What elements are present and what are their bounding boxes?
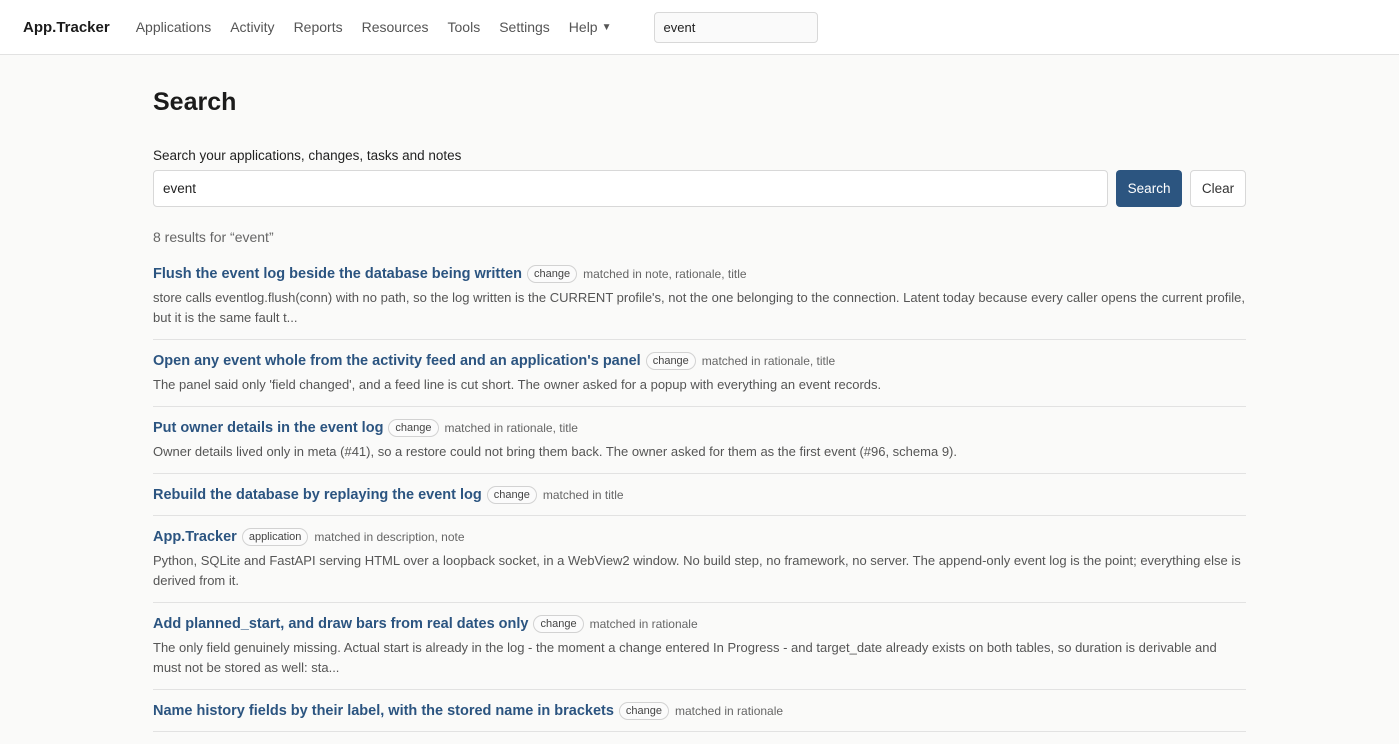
result-item: App.Tracker application matched in descr… [153, 528, 1246, 603]
result-header: Add planned_start, and draw bars from re… [153, 615, 1246, 633]
search-input[interactable] [153, 170, 1109, 207]
result-header: Rebuild the database by replaying the ev… [153, 486, 1246, 504]
clear-button[interactable]: Clear [1190, 170, 1246, 207]
caret-down-icon: ▼ [601, 21, 612, 33]
result-type-badge: change [533, 615, 584, 633]
main-nav: Applications Activity Reports Resources … [136, 19, 631, 35]
result-type-badge: change [645, 352, 696, 370]
result-type-badge: change [486, 486, 537, 504]
result-snippet: The only field genuinely missing. Actual… [153, 640, 1217, 675]
nav-activity[interactable]: Activity [230, 19, 274, 35]
result-item: Add planned_start, and draw bars from re… [153, 615, 1246, 690]
result-item: Rebuild the database by replaying the ev… [153, 486, 1246, 516]
result-matched-fields: matched in rationale, title [701, 354, 836, 368]
result-matched-fields: matched in description, note [314, 530, 465, 544]
header-search-input[interactable] [653, 11, 818, 43]
nav-applications[interactable]: Applications [136, 19, 212, 35]
result-header: Flush the event log beside the database … [153, 265, 1246, 283]
result-matched-fields: matched in rationale, title [444, 421, 578, 435]
result-item: Flush the event log beside the database … [153, 265, 1246, 340]
result-count: 8 results for “event” [153, 229, 274, 245]
nav-tools[interactable]: Tools [448, 19, 481, 35]
search-button[interactable]: Search [1116, 170, 1183, 207]
result-item: Open any event whole from the activity f… [153, 352, 1246, 407]
result-type-badge: change [618, 702, 669, 720]
result-snippet: Owner details lived only in meta (#41), … [153, 444, 957, 459]
result-header: Open any event whole from the activity f… [153, 352, 1246, 370]
result-title-link[interactable]: App.Tracker [153, 529, 237, 545]
result-matched-fields: matched in note, rationale, title [583, 267, 747, 281]
result-matched-fields: matched in rationale [589, 617, 698, 631]
result-type-badge: application [241, 528, 309, 546]
result-type-badge: change [527, 265, 578, 283]
search-row: Search Clear [153, 170, 1246, 207]
result-item: Put owner details in the event log chang… [153, 419, 1246, 474]
result-header: Name history fields by their label, with… [153, 702, 1246, 720]
result-title-link[interactable]: Put owner details in the event log [153, 420, 383, 436]
search-page: Search Search your applications, changes… [153, 55, 1246, 744]
result-item: Name history fields by their label, with… [153, 702, 1246, 732]
nav-help-dropdown[interactable]: Help ▼ [569, 19, 612, 35]
result-title-link[interactable]: Rebuild the database by replaying the ev… [153, 487, 482, 503]
result-title-link[interactable]: Flush the event log beside the database … [153, 266, 522, 282]
result-snippet: store calls eventlog.flush(conn) with no… [153, 290, 1245, 325]
nav-settings[interactable]: Settings [499, 19, 550, 35]
result-title-link[interactable]: Open any event whole from the activity f… [153, 353, 641, 369]
result-header: Put owner details in the event log chang… [153, 419, 1246, 437]
results-list: Flush the event log beside the database … [153, 265, 1246, 732]
result-header: App.Tracker application matched in descr… [153, 528, 1246, 546]
nav-help-label: Help [568, 19, 598, 35]
result-matched-fields: matched in title [542, 488, 624, 502]
result-title-link[interactable]: Name history fields by their label, with… [153, 703, 614, 719]
result-snippet: The panel said only 'field changed', and… [153, 377, 882, 392]
search-label: Search your applications, changes, tasks… [153, 148, 462, 163]
page-title: Search [153, 88, 237, 116]
nav-reports[interactable]: Reports [294, 19, 343, 35]
brand-logo[interactable]: App.Tracker [23, 19, 110, 36]
nav-resources[interactable]: Resources [362, 19, 429, 35]
result-title-link[interactable]: Add planned_start, and draw bars from re… [153, 616, 528, 632]
result-snippet: Python, SQLite and FastAPI serving HTML … [153, 553, 1241, 588]
result-matched-fields: matched in rationale [675, 704, 784, 718]
result-type-badge: change [388, 419, 439, 437]
top-navbar: App.Tracker Applications Activity Report… [0, 0, 1399, 55]
